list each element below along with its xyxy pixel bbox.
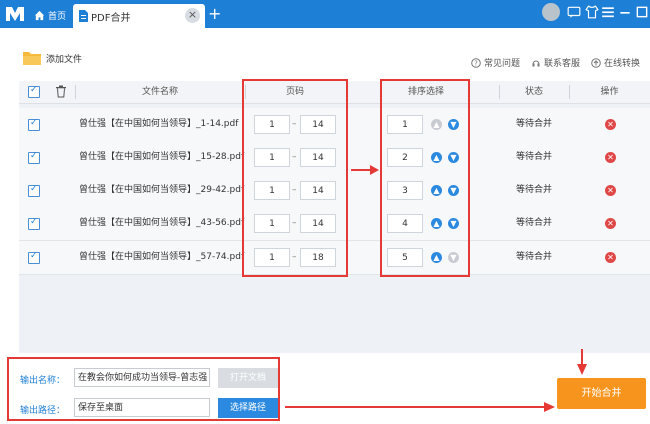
order-highlight-box	[380, 79, 470, 277]
svg-text:?: ?	[474, 59, 478, 67]
select-all-checkbox[interactable]	[28, 85, 40, 98]
row-checkbox[interactable]	[28, 217, 40, 230]
row-checkbox[interactable]	[28, 184, 40, 197]
open-document-button[interactable]: 打开文档	[218, 368, 278, 388]
file-name: 曾仕强【在中国如何当领导】_43-56.pdf	[79, 218, 245, 228]
pdf-file-icon	[79, 10, 88, 22]
trash-icon[interactable]	[55, 85, 67, 98]
delete-icon[interactable]: ✕	[605, 119, 616, 130]
header-actions: 操作	[600, 87, 619, 97]
new-tab-icon[interactable]: +	[208, 5, 221, 23]
row-checkbox[interactable]	[28, 151, 40, 164]
file-name: 曾仕强【在中国如何当领导】_1-14.pdf	[79, 119, 239, 129]
tab-close-icon[interactable]: ×	[185, 8, 200, 23]
add-file-button[interactable]: 添加文件	[22, 50, 82, 66]
online-icon	[591, 57, 601, 68]
row-checkbox[interactable]	[28, 251, 40, 264]
arrow-annotation-icon	[351, 165, 379, 175]
file-name: 曾仕强【在中国如何当领导】_29-42.pdf	[79, 185, 245, 195]
skin-icon[interactable]	[584, 5, 600, 19]
minimize-icon[interactable]	[617, 5, 633, 19]
question-icon: ?	[471, 57, 481, 68]
header-status: 状态	[524, 87, 543, 97]
delete-icon[interactable]: ✕	[605, 152, 616, 163]
maximize-icon[interactable]	[634, 5, 650, 19]
header-filename: 文件名称	[141, 87, 178, 97]
support-label: 联系客服	[543, 59, 580, 69]
file-name: 曾仕强【在中国如何当领导】_57-74.pdf	[79, 252, 245, 262]
pages-highlight-box	[242, 79, 348, 277]
folder-icon	[23, 52, 41, 65]
headset-icon	[532, 60, 540, 66]
status-text: 等待合并	[515, 185, 552, 195]
online-convert-link[interactable]: 在线转换	[591, 56, 640, 69]
row-checkbox[interactable]	[28, 118, 40, 131]
support-link[interactable]: 联系客服	[531, 56, 580, 69]
menu-icon[interactable]	[600, 5, 616, 19]
delete-icon[interactable]: ✕	[605, 185, 616, 196]
faq-link[interactable]: ? 常见问题	[471, 56, 520, 69]
file-name: 曾仕强【在中国如何当领导】_15-28.pdf	[79, 152, 245, 162]
delete-icon[interactable]: ✕	[605, 252, 616, 263]
delete-icon[interactable]: ✕	[605, 218, 616, 229]
output-name-label: 输出名称：	[20, 376, 66, 386]
message-icon[interactable]	[566, 5, 582, 19]
faq-label: 常见问题	[483, 59, 520, 69]
add-file-label: 添加文件	[46, 54, 83, 65]
avatar[interactable]	[542, 3, 560, 21]
choose-path-button[interactable]: 选择路径	[218, 398, 278, 418]
home-icon	[34, 10, 45, 21]
status-text: 等待合并	[515, 218, 552, 228]
arrow-down-annotation-icon	[577, 349, 587, 375]
output-path-label: 输出路径：	[20, 406, 66, 416]
app-logo-icon	[6, 7, 24, 21]
tab-pdf-merge[interactable]: PDF合并 ×	[73, 4, 205, 28]
output-path-input[interactable]: 保存至桌面	[74, 398, 210, 417]
status-text: 等待合并	[515, 119, 552, 129]
status-text: 等待合并	[515, 152, 552, 162]
tab-pdf-merge-label: PDF合并	[91, 12, 131, 24]
help-links: ? 常见问题 联系客服 在线转换	[471, 56, 640, 69]
tab-home[interactable]: 首页	[30, 5, 73, 26]
status-text: 等待合并	[515, 252, 552, 262]
arrow-to-start-icon	[285, 402, 555, 412]
tab-home-label: 首页	[48, 12, 67, 22]
online-convert-label: 在线转换	[603, 59, 640, 69]
output-name-input[interactable]: 在教会你如何成功当领导-曾志强	[74, 368, 210, 387]
start-merge-button[interactable]: 开始合并	[557, 378, 646, 409]
